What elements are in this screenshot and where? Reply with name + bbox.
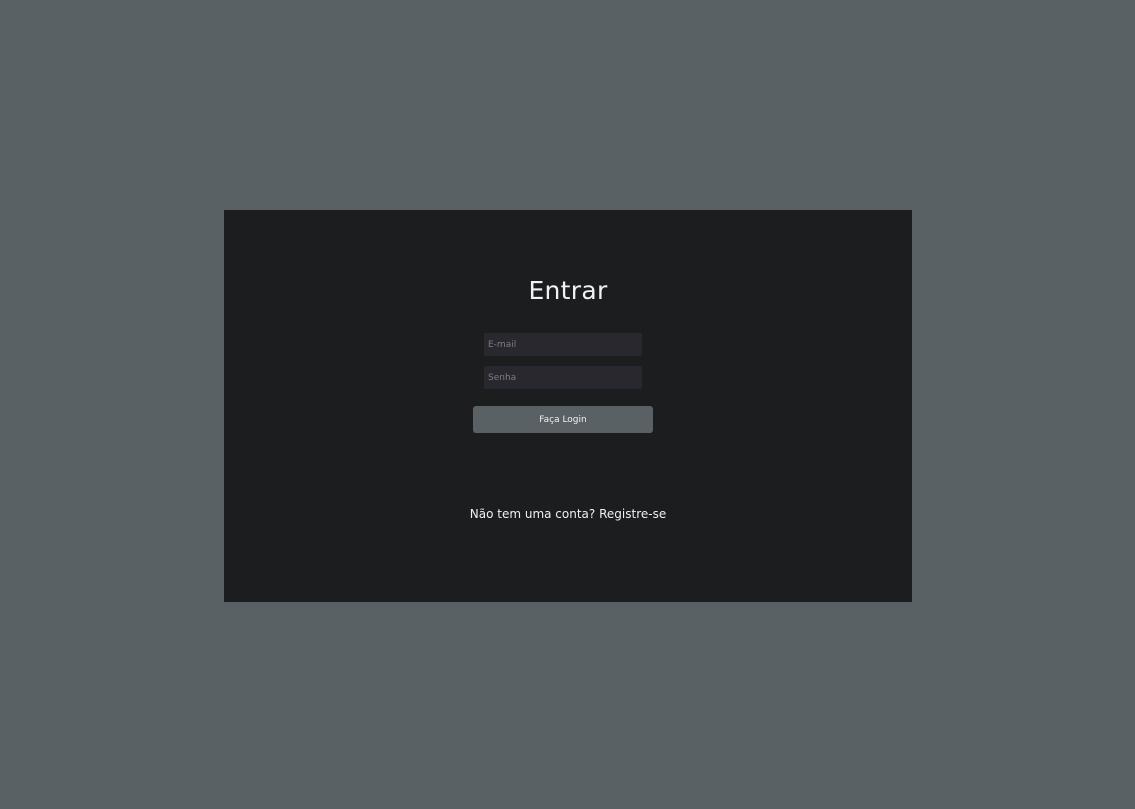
register-link[interactable]: Registre-se	[599, 507, 666, 521]
login-card: Entrar Faça Login Não tem uma conta? Reg…	[224, 210, 912, 602]
login-button[interactable]: Faça Login	[473, 406, 653, 433]
email-field[interactable]	[484, 333, 642, 356]
page-title: Entrar	[528, 276, 608, 305]
register-prompt: Não tem uma conta? Registre-se	[224, 507, 912, 521]
page-background: Entrar Faça Login Não tem uma conta? Reg…	[0, 0, 1135, 809]
register-prompt-text: Não tem uma conta?	[469, 507, 596, 521]
password-field[interactable]	[484, 366, 642, 389]
